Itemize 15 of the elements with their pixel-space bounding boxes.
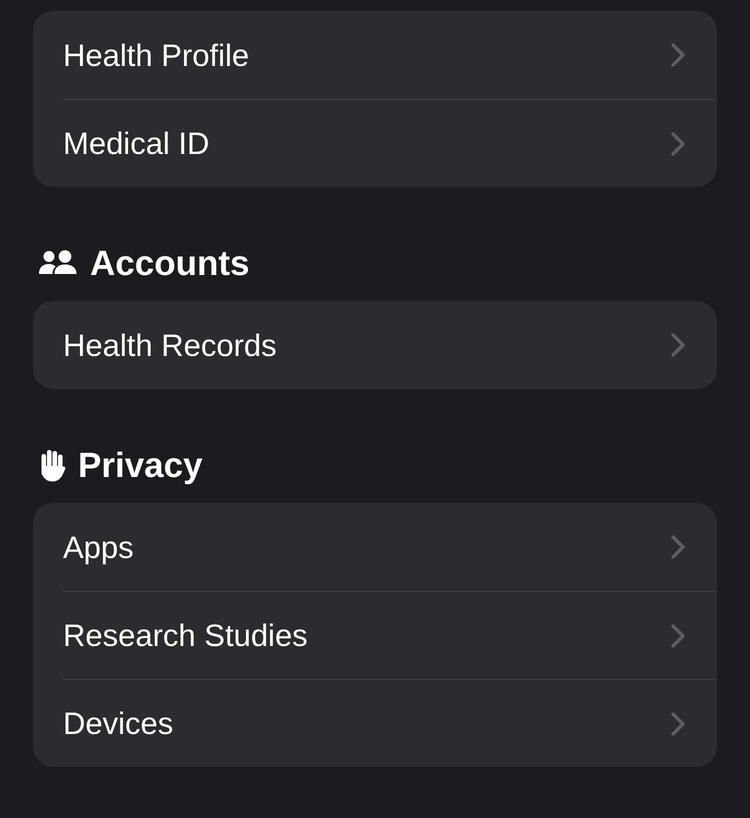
chevron-right-icon	[671, 43, 685, 67]
section-header: Accounts	[90, 246, 250, 280]
people-icon	[38, 250, 78, 276]
list-row[interactable]: Devices	[33, 680, 717, 767]
chevron-right-icon	[671, 624, 685, 648]
section-header: Privacy	[78, 448, 203, 482]
list-row[interactable]: Medical ID	[33, 100, 717, 187]
chevron-right-icon	[671, 712, 685, 736]
list-row[interactable]: Research Studies	[33, 592, 717, 679]
list-row[interactable]: Health Profile	[33, 11, 717, 99]
chevron-right-icon	[671, 535, 685, 559]
chevron-right-icon	[671, 132, 685, 156]
chevron-right-icon	[671, 333, 685, 357]
list-row[interactable]: Apps	[33, 503, 717, 591]
list-row[interactable]: Health Records	[33, 301, 717, 389]
